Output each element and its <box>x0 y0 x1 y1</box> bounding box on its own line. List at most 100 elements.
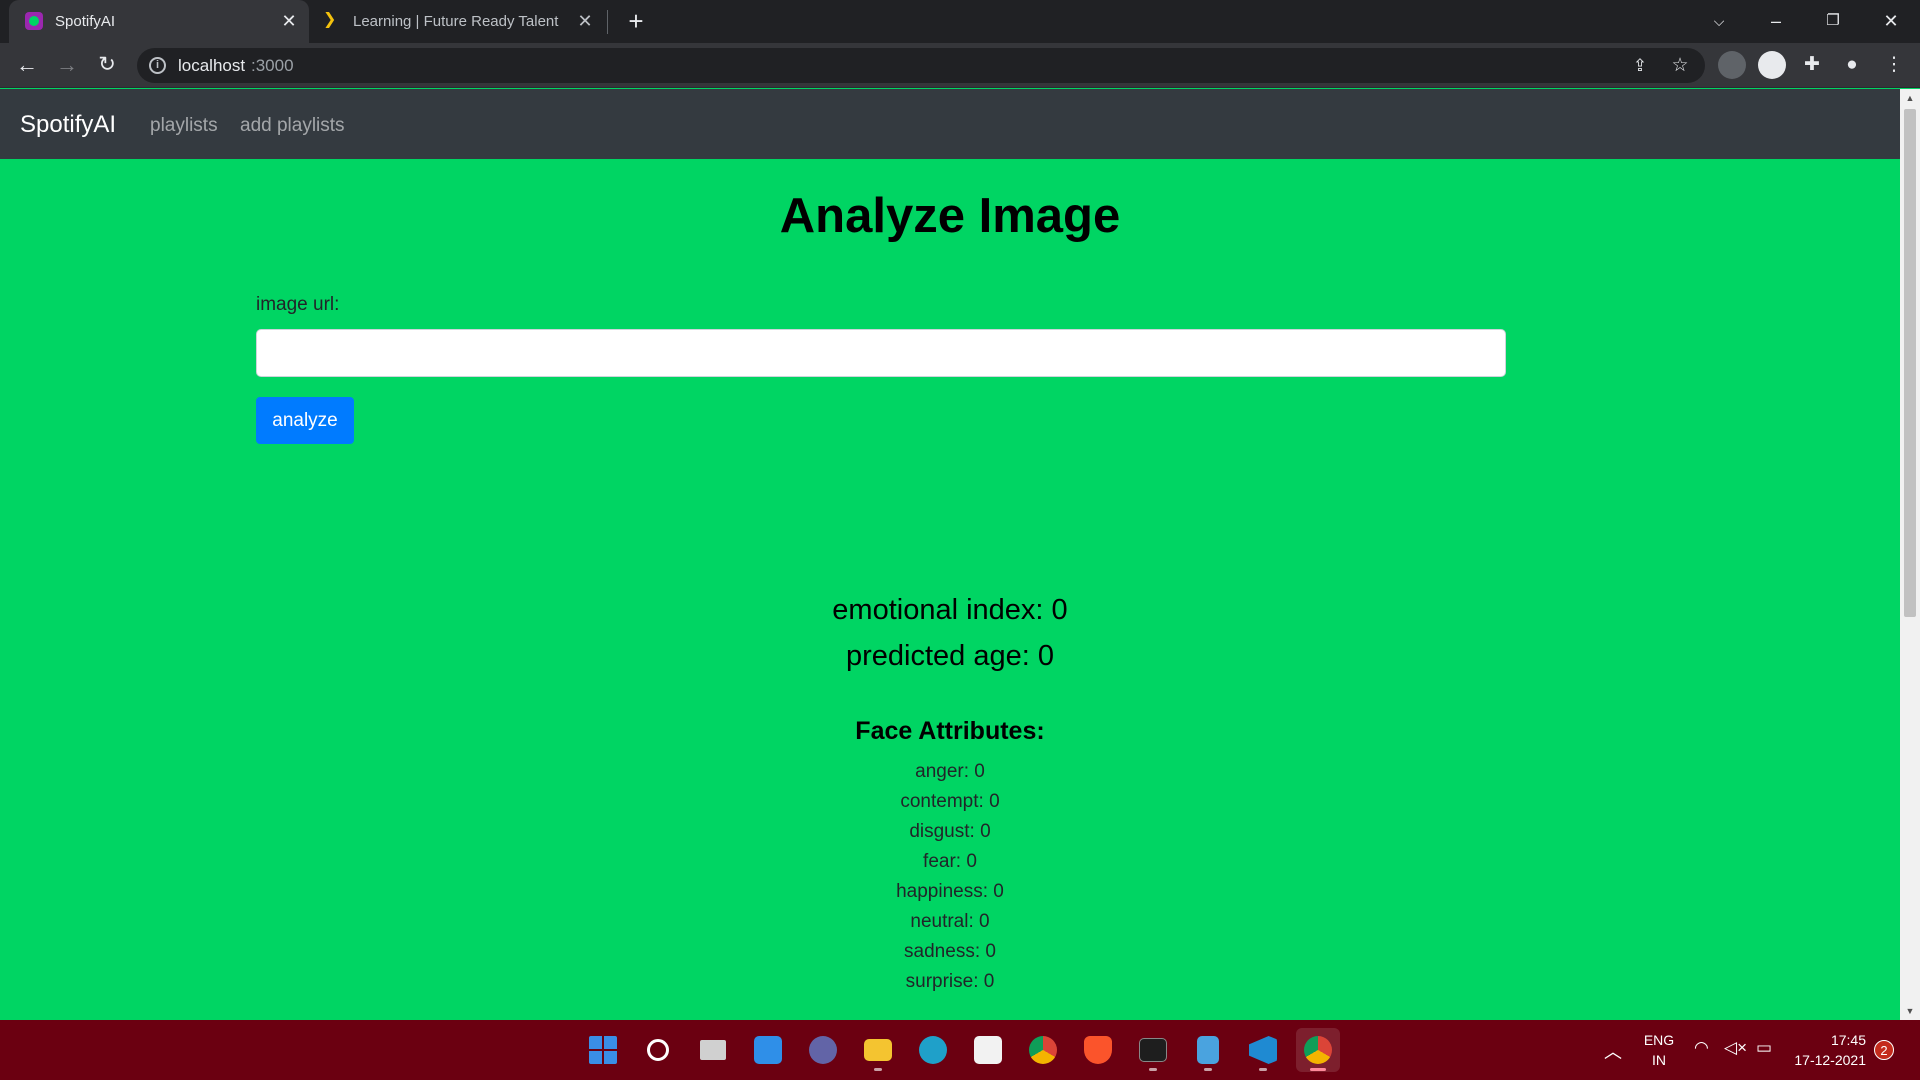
share-icon[interactable]: ⇪ <box>1628 54 1652 78</box>
reload-icon[interactable]: ↻ <box>92 50 122 80</box>
back-arrow-icon[interactable]: ← <box>12 50 42 80</box>
attribute-value: 0 <box>985 941 996 962</box>
clock-date: 17-12-2021 <box>1794 1052 1866 1068</box>
predicted-age-label: predicted age: <box>845 640 1030 672</box>
attribute-label: fear: <box>923 851 962 872</box>
language-code: ENG <box>1643 1032 1675 1048</box>
teams-chat-icon[interactable] <box>801 1028 845 1072</box>
address-bar[interactable]: i localhost :3000 ⇪ ☆ <box>137 48 1705 83</box>
attribute-anger: anger: 0 <box>0 760 1900 790</box>
menu-dots-icon[interactable]: ⋮ <box>1882 53 1906 77</box>
new-tab-plus-icon[interactable]: + <box>624 8 648 34</box>
windows-taskbar: ︿ ENG IN ◠ ◁× ▭ 17:45 17-12-2021 2 <box>0 1020 1920 1080</box>
minimize-icon[interactable]: – <box>1759 6 1793 36</box>
attribute-happiness: happiness: 0 <box>0 880 1900 910</box>
image-url-input[interactable] <box>256 329 1506 377</box>
attribute-sadness: sadness: 0 <box>0 940 1900 970</box>
edge-browser-icon[interactable] <box>911 1028 955 1072</box>
input-language[interactable]: ENG IN <box>1640 1030 1678 1070</box>
file-explorer-icon[interactable] <box>856 1028 900 1072</box>
terminal-icon[interactable] <box>1131 1028 1175 1072</box>
bookmark-star-icon[interactable]: ☆ <box>1668 54 1692 78</box>
tab-spotifyai[interactable]: SpotifyAI ✕ <box>9 0 309 43</box>
brave-browser-icon[interactable] <box>1076 1028 1120 1072</box>
extension-owl-icon[interactable] <box>1718 51 1746 79</box>
extensions-puzzle-icon[interactable]: ✚ <box>1800 53 1824 77</box>
attribute-value: 0 <box>989 791 1000 812</box>
battery-icon[interactable]: ▭ <box>1756 1038 1772 1058</box>
attribute-label: anger: <box>915 761 969 782</box>
attribute-neutral: neutral: 0 <box>0 910 1900 940</box>
emotional-index-label: emotional index: <box>832 594 1044 626</box>
restore-icon[interactable]: ❐ <box>1816 6 1850 36</box>
tab-learning[interactable]: ❯ Learning | Future Ready Talent ✕ <box>315 0 605 43</box>
search-icon[interactable] <box>636 1028 680 1072</box>
analyze-button[interactable]: analyze <box>256 397 354 444</box>
extension-pen-icon[interactable] <box>1758 51 1786 79</box>
tab-search-chevron-icon[interactable]: ⌵ <box>1702 6 1736 36</box>
face-attributes-list: anger: 0 contempt: 0 disgust: 0 fear: 0 happ… <box>0 760 1900 1000</box>
future-ready-favicon-icon: ❯ <box>323 11 337 28</box>
tab-close-icon[interactable]: ✕ <box>575 11 595 31</box>
attribute-contempt: contempt: 0 <box>0 790 1900 820</box>
scroll-up-arrow-icon[interactable]: ▲ <box>1900 89 1920 107</box>
attribute-label: neutral: <box>910 911 974 932</box>
task-view-icon[interactable] <box>691 1028 735 1072</box>
scroll-down-arrow-icon[interactable]: ▼ <box>1900 1002 1920 1020</box>
url-host: localhost <box>178 56 246 75</box>
attribute-value: 0 <box>974 761 985 782</box>
volume-muted-icon[interactable]: ◁× <box>1724 1038 1747 1058</box>
attribute-value: 0 <box>979 911 990 932</box>
tab-divider <box>607 10 608 34</box>
predicted-age-value: 0 <box>1037 640 1054 672</box>
url-port: :3000 <box>251 56 294 75</box>
microsoft-store-icon[interactable] <box>966 1028 1010 1072</box>
face-attributes-heading: Face Attributes: <box>855 717 1045 745</box>
window-close-icon[interactable]: ✕ <box>1874 6 1908 36</box>
attribute-fear: fear: 0 <box>0 850 1900 880</box>
image-url-label: image url: <box>256 294 340 315</box>
attribute-disgust: disgust: 0 <box>0 820 1900 850</box>
brand-logo[interactable]: SpotifyAI <box>20 111 116 139</box>
notepad-icon[interactable] <box>1186 1028 1230 1072</box>
attribute-label: surprise: <box>905 971 979 992</box>
tab-title: SpotifyAI <box>55 13 116 30</box>
attribute-label: disgust: <box>909 821 975 842</box>
page-title: Analyze Image <box>779 189 1121 243</box>
wifi-icon[interactable]: ◠ <box>1694 1038 1709 1058</box>
tray-overflow-chevron-icon[interactable]: ︿ <box>1604 1038 1622 1064</box>
chrome-active-icon[interactable] <box>1296 1028 1340 1072</box>
browser-toolbar: ← → ↻ i localhost :3000 ⇪ ☆ ✚ ● ⋮ <box>0 43 1920 88</box>
spotifyai-favicon-icon <box>25 12 43 30</box>
region-code: IN <box>1652 1052 1666 1068</box>
tab-title: Learning | Future Ready Talent <box>353 13 559 30</box>
start-windows-icon[interactable] <box>581 1028 625 1072</box>
forward-arrow-icon[interactable]: → <box>52 50 82 80</box>
vscode-icon[interactable] <box>1241 1028 1285 1072</box>
emotional-index: emotional index: 0 <box>0 594 1900 627</box>
tab-close-icon[interactable]: ✕ <box>279 11 299 31</box>
site-info-icon[interactable]: i <box>149 57 166 74</box>
system-clock[interactable]: 17:45 17-12-2021 <box>1790 1030 1866 1070</box>
widgets-icon[interactable] <box>746 1028 790 1072</box>
attribute-label: sadness: <box>904 941 981 962</box>
attribute-value: 0 <box>983 971 995 992</box>
browser-tab-strip: SpotifyAI ✕ ❯ Learning | Future Ready Ta… <box>0 0 1920 43</box>
nav-link-playlists[interactable]: playlists <box>150 115 218 137</box>
attribute-label: happiness: <box>896 881 989 902</box>
app-navbar: SpotifyAI playlists add playlists <box>0 89 1900 159</box>
notification-count-badge[interactable]: 2 <box>1874 1040 1894 1060</box>
predicted-age: predicted age: 0 <box>0 640 1900 673</box>
attribute-value: 0 <box>966 851 977 872</box>
page-scrollbar[interactable]: ▲ ▼ <box>1900 89 1920 1020</box>
attribute-surprise: surprise: 0 <box>0 970 1900 1000</box>
scrollbar-thumb[interactable] <box>1904 109 1916 617</box>
emotional-index-value: 0 <box>1051 594 1068 626</box>
profile-icon[interactable]: ● <box>1840 53 1864 77</box>
attribute-label: contempt: <box>900 791 984 812</box>
chrome-icon[interactable] <box>1021 1028 1065 1072</box>
nav-link-add-playlists[interactable]: add playlists <box>240 115 345 137</box>
clock-time: 17:45 <box>1830 1032 1866 1048</box>
attribute-value: 0 <box>980 821 991 842</box>
attribute-value: 0 <box>993 881 1004 902</box>
